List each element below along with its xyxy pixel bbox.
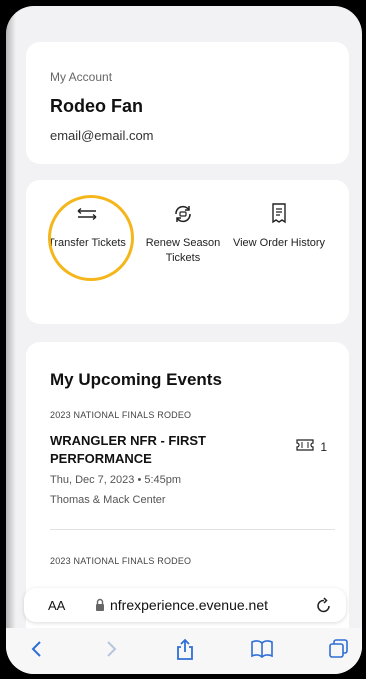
receipt-icon	[232, 200, 326, 228]
share-icon[interactable]	[174, 638, 196, 667]
divider	[50, 529, 335, 530]
ticket-count: 1	[296, 438, 327, 455]
screen: My Account Rodeo Fan email@email.com Tra…	[6, 6, 362, 674]
view-order-history-label: View Order History	[232, 237, 326, 249]
event-date: Thu, Dec 7, 2023 • 5:45pm	[50, 474, 182, 486]
ticket-count-value: 1	[320, 439, 327, 454]
bookmarks-icon[interactable]	[250, 638, 274, 665]
address-bar[interactable]: AA nfrexperience.evenue.net	[24, 588, 346, 622]
renew-season-tickets-button[interactable]: Renew Season Tickets	[136, 200, 230, 266]
event-series: 2023 NATIONAL FINALS RODEO	[50, 556, 192, 566]
highlight-circle	[48, 195, 134, 281]
account-section-label: My Account	[50, 70, 113, 84]
view-order-history-button[interactable]: View Order History	[232, 200, 326, 251]
event-name: WRANGLER NFR - FIRST PERFORMANCE	[50, 433, 206, 466]
edge-shadow	[6, 6, 16, 674]
tabs-icon[interactable]	[328, 638, 350, 665]
renew-ticket-icon	[136, 200, 230, 228]
account-card: My Account Rodeo Fan email@email.com	[26, 42, 349, 164]
ticket-icon	[296, 438, 314, 455]
reader-options-button[interactable]: AA	[48, 598, 65, 613]
browser-toolbar	[6, 628, 362, 674]
reload-icon[interactable]	[316, 596, 332, 619]
lock-icon	[94, 598, 106, 617]
event-series: 2023 NATIONAL FINALS RODEO	[50, 410, 192, 420]
upcoming-events-title: My Upcoming Events	[50, 370, 222, 389]
url-text[interactable]: nfrexperience.evenue.net	[110, 597, 268, 613]
actions-card: Transfer Tickets Renew Season Tickets Vi…	[26, 180, 349, 324]
phone-frame: My Account Rodeo Fan email@email.com Tra…	[6, 6, 362, 674]
forward-icon[interactable]	[104, 638, 118, 665]
account-email: email@email.com	[50, 128, 154, 143]
back-icon[interactable]	[30, 638, 44, 665]
event-venue: Thomas & Mack Center	[50, 494, 166, 506]
account-name: Rodeo Fan	[50, 96, 143, 116]
renew-season-tickets-label: Renew Season Tickets	[145, 237, 221, 264]
